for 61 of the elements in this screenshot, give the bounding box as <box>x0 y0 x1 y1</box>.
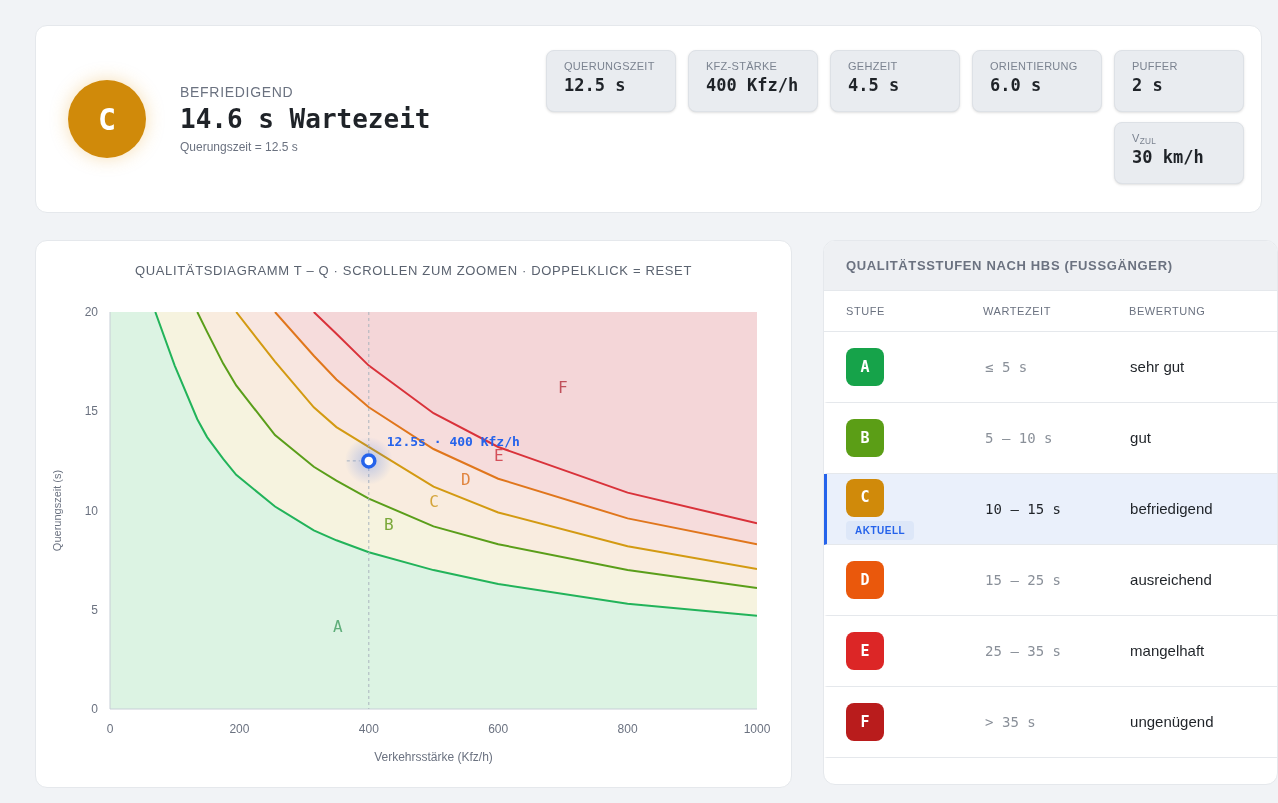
y-tick-label: 5 <box>91 602 98 617</box>
chart-title: QUALITÄTSDIAGRAMM T – Q · SCROLLEN ZUM ZOOMEN · DOPPELKLICK = RESET <box>135 262 692 280</box>
wait-time-cell-text: 15 – 25 s <box>985 570 1062 590</box>
stat-label: PUFFER <box>1132 61 1179 72</box>
stat-label: GEHZEIT <box>848 61 899 72</box>
stat-value: 4.5 s <box>848 75 901 97</box>
stat-label: QUERUNGSZEIT <box>564 61 656 72</box>
rating-cell-text: mangelhaft <box>1130 640 1206 661</box>
grade-chip: A <box>846 348 884 386</box>
wait-time-cell-text: 10 – 15 s <box>985 499 1062 519</box>
grade-chip: F <box>846 703 884 741</box>
grade-region-label: D <box>461 469 471 489</box>
column-header: STUFE <box>845 303 886 319</box>
rating-cell-text: gut <box>1130 427 1152 448</box>
rating-cell-text: befriedigend <box>1130 498 1214 519</box>
stat-label: V$_{ZUL}$ <box>1132 133 1158 144</box>
wait-time-cell-text: ≤ 5 s <box>985 357 1029 377</box>
x-tick-label: 200 <box>229 721 250 736</box>
x-tick-label: 800 <box>617 721 638 736</box>
wait-time-cell-text: 25 – 35 s <box>985 641 1062 661</box>
grade-region-label: E <box>494 445 504 465</box>
grade-region-label: B <box>384 514 394 534</box>
grade-region-label: C <box>429 491 439 511</box>
y-tick-label: 10 <box>84 503 98 517</box>
grade-region-label: A <box>332 616 343 636</box>
wait-time-cell-text: > 35 s <box>985 712 1037 732</box>
stat-value: 400 Kfz/h <box>706 75 800 97</box>
stat-label: ORIENTIERUNG <box>990 61 1079 72</box>
x-tick-label: 600 <box>488 721 509 736</box>
stat-value: 6.0 s <box>990 75 1043 97</box>
rating-cell-text: ungenügend <box>1130 711 1215 732</box>
wait-time-headline: 14.6 s Wartezeit <box>180 102 431 136</box>
y-tick-label: 0 <box>91 701 98 716</box>
column-header: BEWERTUNG <box>1129 303 1207 319</box>
wait-time-cell-text: 5 – 10 s <box>985 428 1054 448</box>
rating-cell-text: ausreichend <box>1130 569 1213 590</box>
grade-chip: C <box>846 478 884 517</box>
grade-chip: B <box>846 419 884 457</box>
current-badge: AKTUELL <box>846 520 915 540</box>
y-tick-label: 15 <box>84 403 98 418</box>
grade-chip: D <box>846 561 884 599</box>
stat-value: 30 km/h <box>1132 147 1205 169</box>
grade-chip: E <box>846 632 884 670</box>
grade-row[interactable]: C AKTUELL 10 – 15 s befriedigend <box>824 474 1277 545</box>
crossing-time-subline: Querungszeit = 12.5 s <box>180 139 299 157</box>
rating-label: BEFRIEDIGEND <box>180 82 295 102</box>
y-tick-label: 20 <box>84 304 98 319</box>
operating-point-marker[interactable] <box>361 452 377 469</box>
table-title: QUALITÄTSSTUFEN NACH HBS (FUSSGÄNGER) <box>846 256 1173 275</box>
grade-badge: C <box>68 80 146 158</box>
x-tick-label: 0 <box>106 721 114 736</box>
rating-cell-text: sehr gut <box>1130 356 1186 377</box>
stat-value: 2 s <box>1132 75 1164 97</box>
stat-label: KFZ-STÄRKE <box>706 61 779 72</box>
x-axis-label: Verkehrsstärke (Kfz/h) <box>374 749 493 764</box>
x-tick-label: 1000 <box>743 721 771 736</box>
y-axis-label: Querungszeit (s) <box>51 469 63 551</box>
x-tick-label: 400 <box>358 721 379 736</box>
grade-region-label: F <box>558 377 568 397</box>
stat-value: 12.5 s <box>564 75 627 97</box>
column-header: WARTEZEIT <box>983 303 1052 319</box>
